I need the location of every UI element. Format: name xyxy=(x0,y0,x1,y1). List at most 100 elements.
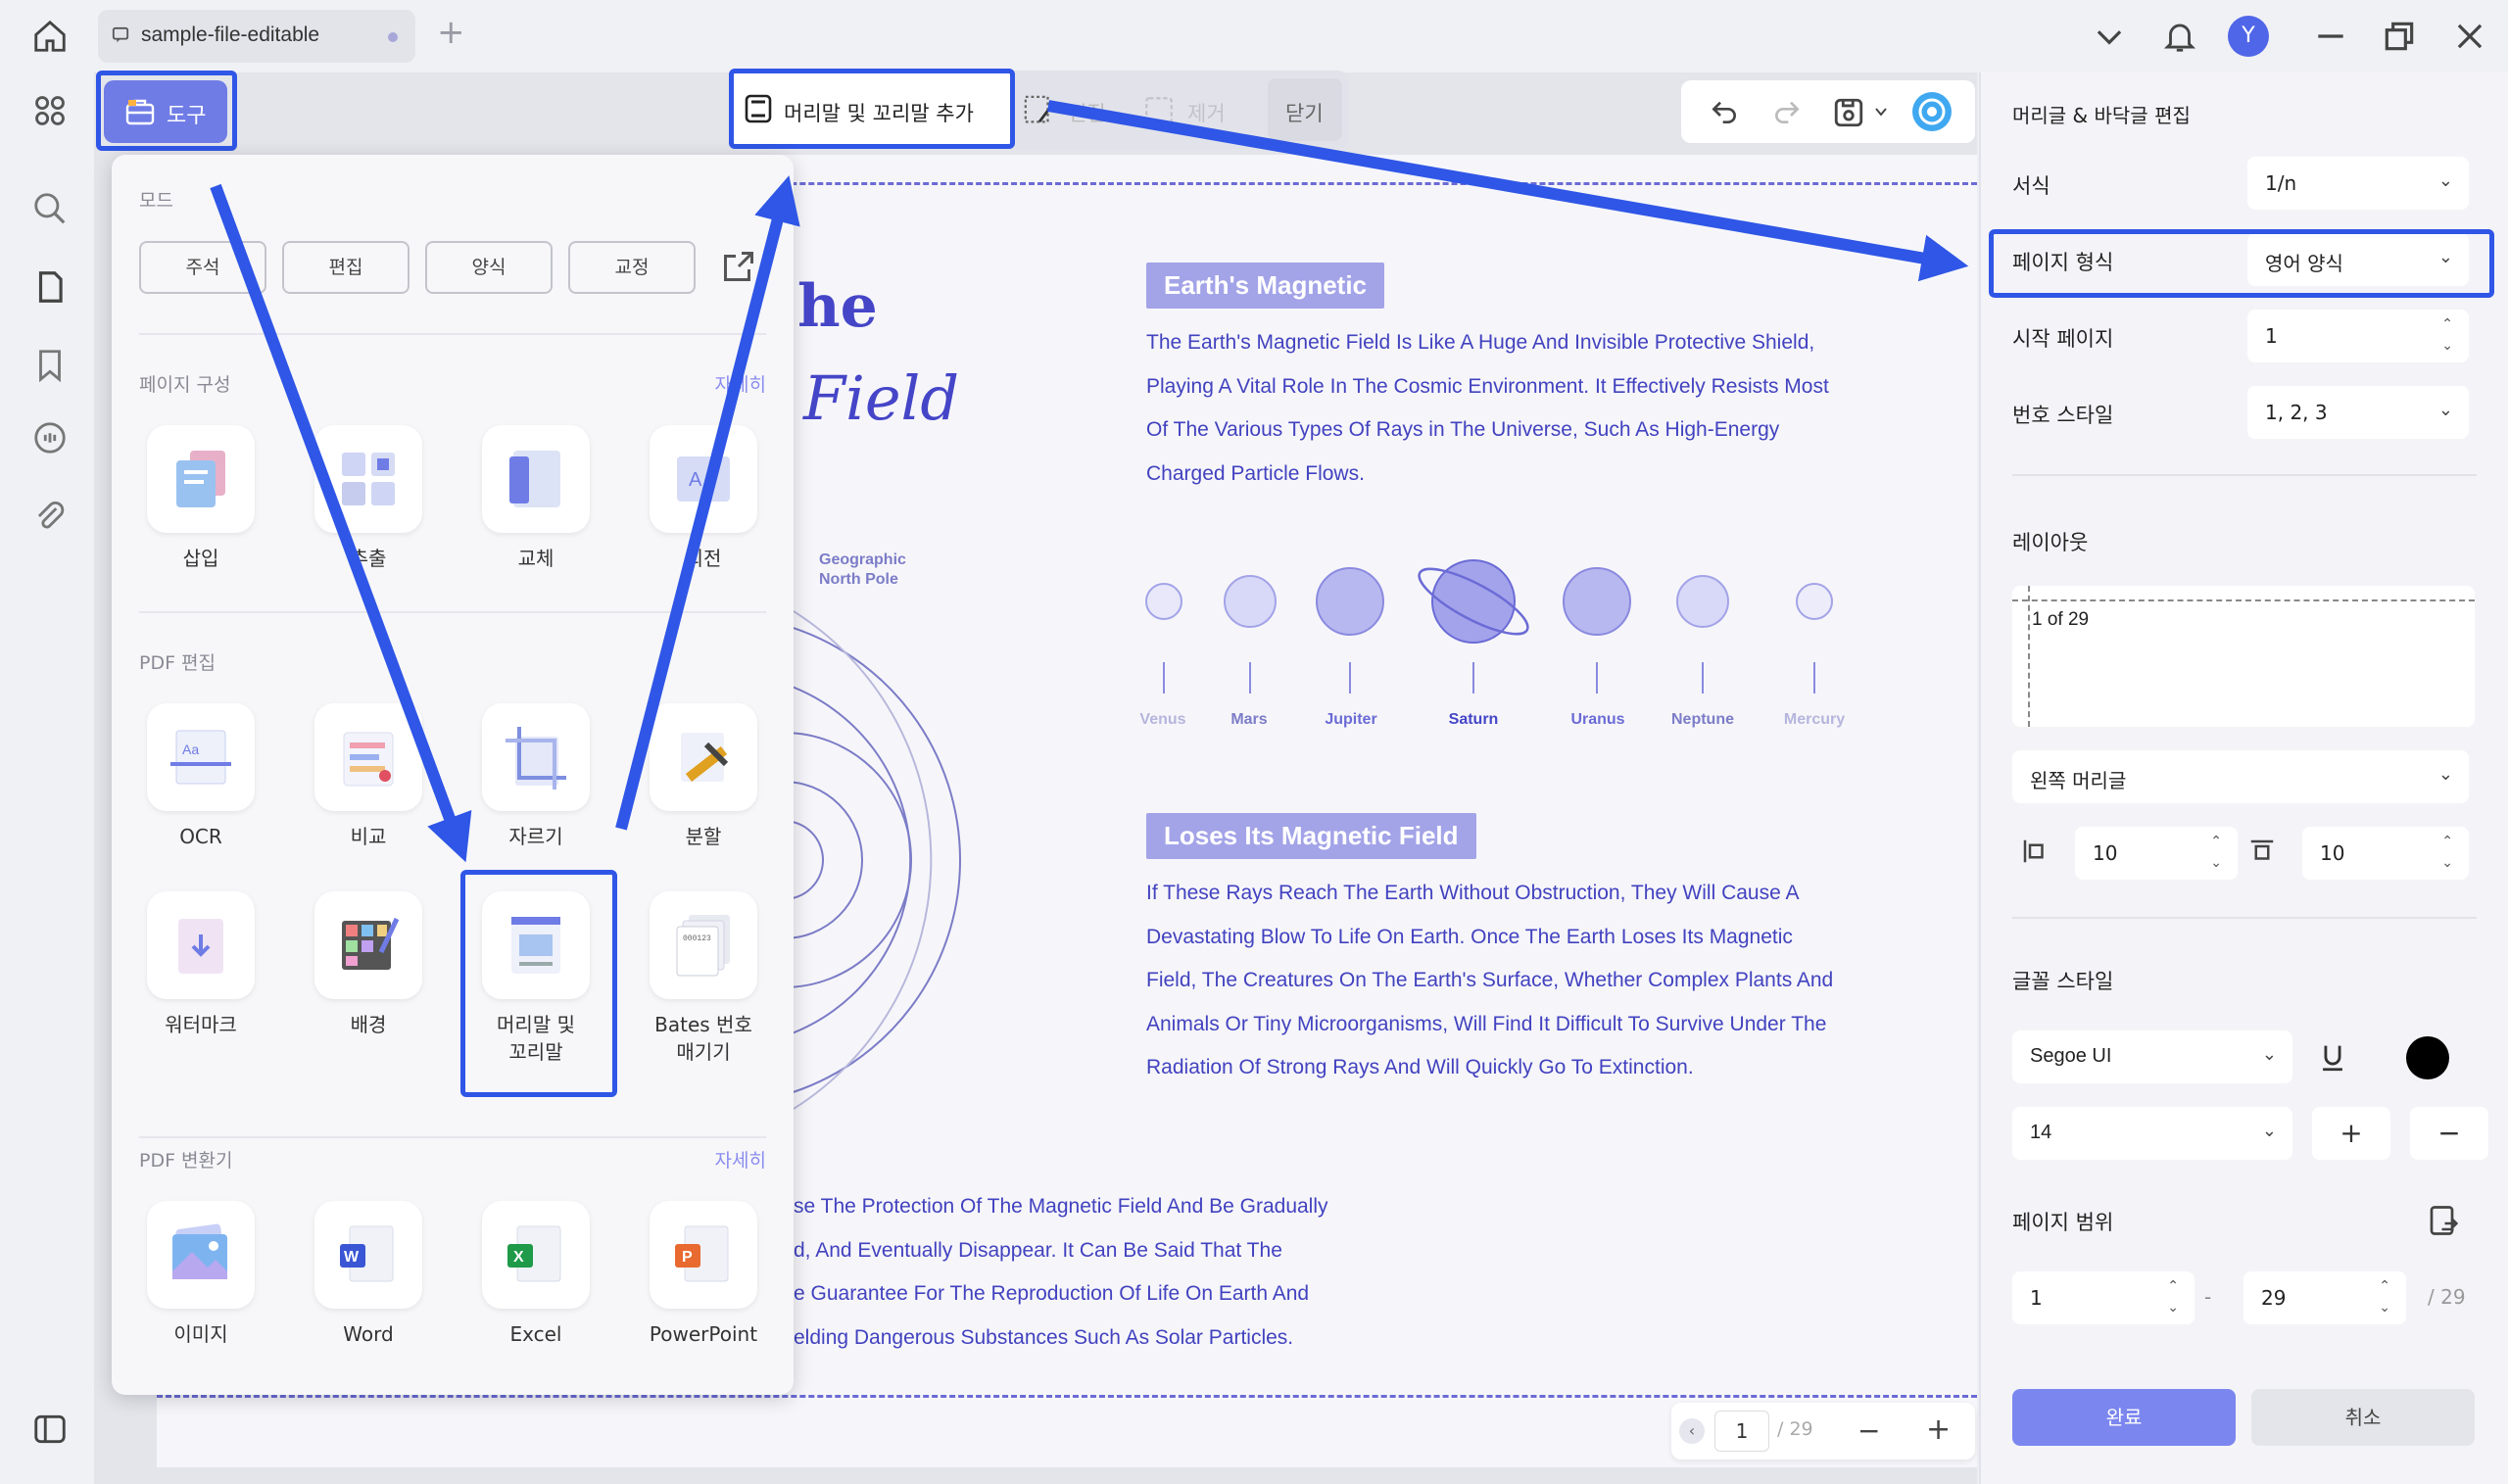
insert-tool[interactable] xyxy=(147,425,255,533)
para2-line: Devastating Blow To Life On Earth. Once … xyxy=(1146,925,1793,948)
ai-assistant-icon[interactable] xyxy=(1910,90,1953,133)
stepper-arrows-icon[interactable]: ⌃ ⌄ xyxy=(2167,1275,2179,1318)
extract-tool[interactable] xyxy=(314,425,422,533)
position-select[interactable]: 왼쪽 머리글 ⌄ xyxy=(2012,750,2469,803)
chevron-down-icon[interactable] xyxy=(2091,18,2128,55)
mode-edit-button[interactable]: 편집 xyxy=(282,241,410,294)
pages-icon[interactable] xyxy=(31,268,69,306)
watermark-tool[interactable] xyxy=(147,891,255,999)
ocr-tool[interactable]: Aa xyxy=(147,703,255,811)
number-style-select[interactable]: 1, 2, 3 ⌄ xyxy=(2247,386,2469,439)
font-size-decrease-icon[interactable]: − xyxy=(2410,1107,2488,1160)
top-margin-stepper[interactable]: 10 ⌃ ⌄ xyxy=(2302,827,2469,880)
font-color-swatch[interactable] xyxy=(2406,1036,2449,1079)
document-tab[interactable]: sample-file-editable xyxy=(98,10,415,63)
cancel-button[interactable]: 취소 xyxy=(2251,1389,2475,1446)
apps-grid-icon[interactable] xyxy=(31,92,69,129)
close-hf-button[interactable]: 닫기 xyxy=(1268,78,1342,141)
insert-icon xyxy=(176,451,225,507)
header-footer-panel: 머리글 & 바닥글 편집 서식 1/n ⌄ 페이지 형식 영어 양식 ⌄ 시작 … xyxy=(1979,72,2508,1484)
compare-tool[interactable] xyxy=(314,703,422,811)
convert-image-tool[interactable] xyxy=(147,1201,255,1309)
planet-neptune xyxy=(1676,575,1729,628)
edit-label[interactable]: 편집 xyxy=(1068,98,1106,127)
rotate-tool[interactable]: A xyxy=(650,425,757,533)
page-range-settings-icon[interactable] xyxy=(2426,1203,2461,1238)
stepper-arrows-icon[interactable]: ⌃ ⌄ xyxy=(2441,831,2453,874)
converter-section-title: PDF 변환기 xyxy=(139,1150,233,1172)
planet-mercury xyxy=(1796,583,1833,620)
word-icon: W xyxy=(340,1225,394,1282)
new-tab-icon[interactable]: + xyxy=(437,16,465,49)
done-button[interactable]: 완료 xyxy=(2012,1389,2236,1446)
convert-powerpoint-tool[interactable]: P xyxy=(650,1201,757,1309)
save-icon[interactable] xyxy=(1832,96,1865,129)
stepper-arrows-icon[interactable]: ⌃ ⌄ xyxy=(2379,1275,2390,1318)
convert-excel-tool[interactable]: X xyxy=(482,1201,590,1309)
format-select[interactable]: 1/n ⌄ xyxy=(2247,157,2469,210)
mode-proofread-button[interactable]: 교정 xyxy=(568,241,696,294)
range-from-stepper[interactable]: 1 ⌃ ⌄ xyxy=(2012,1271,2194,1324)
stepper-arrows-icon[interactable]: ⌃ ⌄ xyxy=(2441,313,2453,357)
prev-page-icon[interactable]: ‹ xyxy=(1679,1418,1705,1444)
font-family-select[interactable]: Segoe UI ⌄ xyxy=(2012,1030,2292,1083)
open-external-icon[interactable] xyxy=(721,249,756,284)
minimize-icon[interactable] xyxy=(2312,18,2349,55)
para1-line: Playing A Vital Role In The Cosmic Envir… xyxy=(1146,374,1829,398)
zoom-in-icon[interactable]: + xyxy=(1926,1412,1951,1447)
split-tool[interactable] xyxy=(650,703,757,811)
page-number-input[interactable]: 1 xyxy=(1714,1411,1769,1452)
font-size-select[interactable]: 14 ⌄ xyxy=(2012,1107,2292,1160)
mode-form-button[interactable]: 양식 xyxy=(425,241,553,294)
section-tag-loses-field: Loses Its Magnetic Field xyxy=(1146,813,1476,859)
convert-word-label: Word xyxy=(343,1322,394,1346)
mode-annotate-button[interactable]: 주석 xyxy=(139,241,266,294)
section-tag-earths-magnetic: Earth's Magnetic xyxy=(1146,263,1385,309)
layout-preview[interactable]: 1 of 29 xyxy=(2012,586,2475,727)
planet-label: Neptune xyxy=(1671,711,1734,728)
rotate-label: 회전 xyxy=(685,547,722,570)
bates-numbering-tool[interactable]: 000123 xyxy=(650,891,757,999)
highlight-tools xyxy=(96,71,237,151)
avatar[interactable]: Y xyxy=(2228,16,2269,57)
planet-label: Mercury xyxy=(1783,711,1846,728)
remove-icon[interactable] xyxy=(1142,94,1176,127)
highlight-add-header-footer xyxy=(729,69,1015,149)
range-to-value: 29 xyxy=(2261,1286,2287,1310)
search-icon[interactable] xyxy=(31,190,69,227)
underline-icon[interactable] xyxy=(2316,1040,2349,1074)
svg-text:A: A xyxy=(689,469,702,491)
left-margin-stepper[interactable]: 10 ⌃ ⌄ xyxy=(2075,827,2238,880)
close-icon[interactable] xyxy=(2451,18,2488,55)
bell-icon[interactable] xyxy=(2161,18,2198,55)
undo-icon[interactable] xyxy=(1709,96,1740,127)
redo-icon[interactable] xyxy=(1771,96,1803,127)
attachment-icon[interactable] xyxy=(31,498,69,535)
font-size-increase-icon[interactable]: + xyxy=(2312,1107,2390,1160)
watermark-icon xyxy=(178,919,223,974)
bookmark-icon[interactable] xyxy=(31,347,69,384)
stepper-arrows-icon[interactable]: ⌃ ⌄ xyxy=(2210,831,2222,874)
remove-label[interactable]: 제거 xyxy=(1187,98,1226,127)
edit-icon[interactable] xyxy=(1023,94,1056,127)
background-tool[interactable] xyxy=(314,891,422,999)
close-hf-label: 닫기 xyxy=(1285,102,1324,125)
range-to-stepper[interactable]: 29 ⌃ ⌄ xyxy=(2243,1271,2406,1324)
home-icon[interactable] xyxy=(31,18,69,55)
footer-guide-line xyxy=(157,1395,1977,1398)
page-section-more-link[interactable]: 자세히 xyxy=(715,370,766,397)
replace-icon xyxy=(509,451,560,507)
crop-tool[interactable] xyxy=(482,703,590,811)
convert-powerpoint-label: PowerPoint xyxy=(649,1322,758,1346)
divider xyxy=(2012,474,2477,476)
replace-tool[interactable] xyxy=(482,425,590,533)
sidebar-toggle-icon[interactable] xyxy=(31,1411,69,1448)
restore-icon[interactable] xyxy=(2381,18,2418,55)
zoom-out-icon[interactable]: − xyxy=(1857,1414,1880,1447)
chevron-down-icon: ⌄ xyxy=(2261,1044,2277,1065)
comment-list-icon[interactable] xyxy=(31,419,69,456)
converter-more-link[interactable]: 자세히 xyxy=(715,1146,766,1173)
convert-word-tool[interactable]: W xyxy=(314,1201,422,1309)
start-page-stepper[interactable]: 1 ⌃ ⌄ xyxy=(2247,310,2469,362)
save-dropdown-icon[interactable] xyxy=(1873,104,1889,120)
